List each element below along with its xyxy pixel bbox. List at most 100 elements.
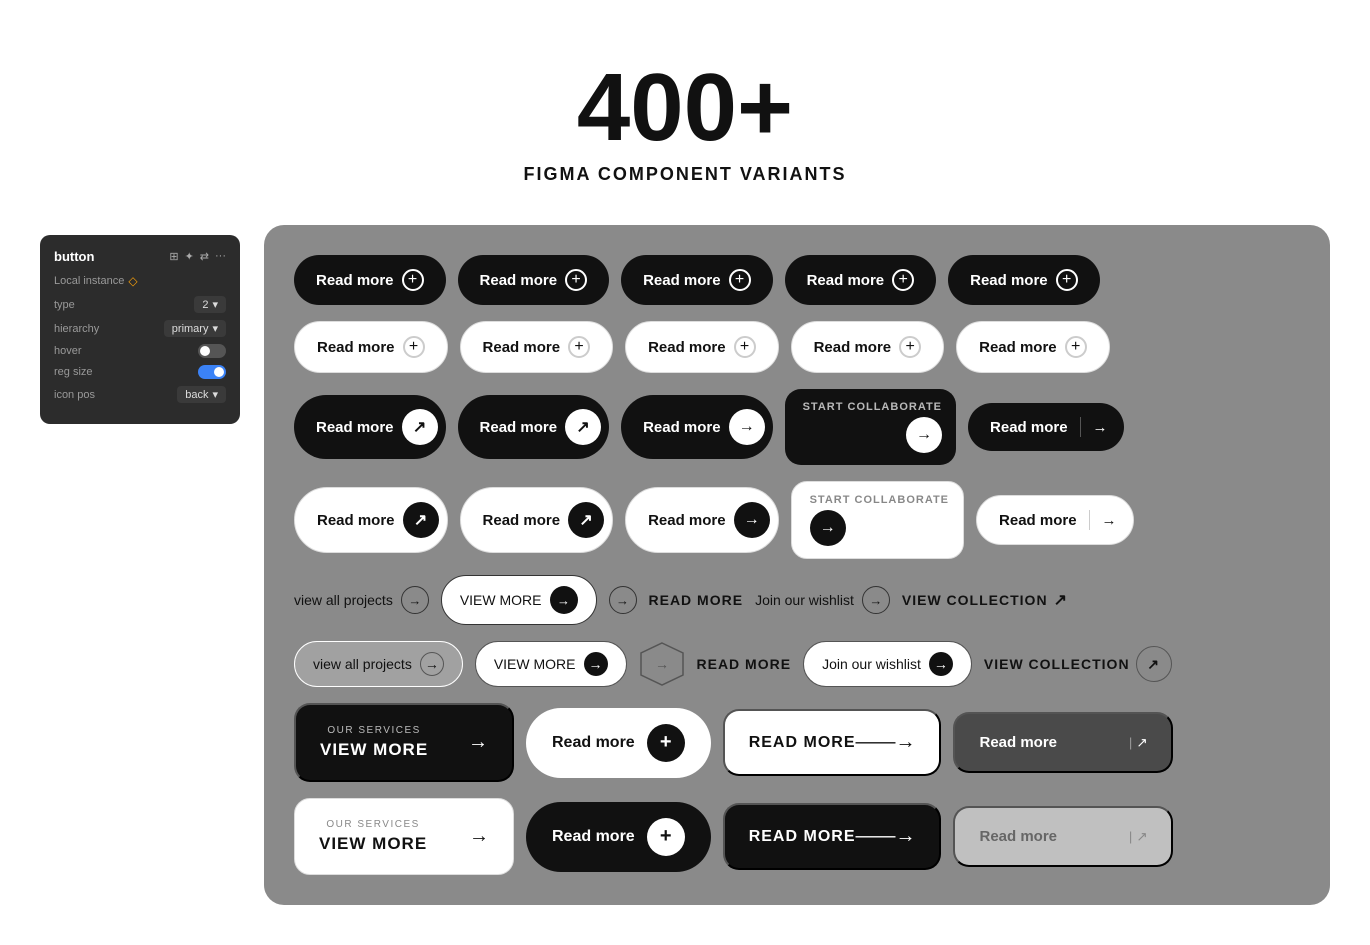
link-label: VIEW COLLECTION (984, 656, 1130, 672)
btn-row-3: Read more ↗ Read more ↗ Read more → Star… (294, 389, 1300, 465)
chevron-icon: ▾ (212, 298, 218, 311)
start-collab-btn-black[interactable]: Start collaborate → (785, 389, 956, 465)
divider-w (1089, 510, 1090, 530)
type-value[interactable]: 2 ▾ (194, 296, 226, 313)
link-label: VIEW MORE (494, 656, 576, 672)
btn-label: Read more (807, 272, 885, 289)
start-collab-btn-white[interactable]: Start collaborate → (791, 481, 964, 559)
read-more-btn-3[interactable]: Read more + (621, 255, 773, 305)
card-btn-services-white[interactable]: OUR SERVICES VIEW MORE → (294, 798, 514, 875)
chevron-icon-ip: ▾ (212, 388, 218, 401)
wishlist-arrow-icon: → (862, 586, 890, 614)
btn-label: Read more (814, 339, 892, 356)
collection-circle-icon: ↗ (1136, 646, 1172, 682)
hierarchy-value[interactable]: primary ▾ (164, 320, 226, 337)
read-more-arrow-2[interactable]: Read more ↗ (458, 395, 610, 459)
link-label: READ MORE (697, 656, 792, 672)
read-more-text-link-1[interactable]: → (609, 586, 637, 614)
read-more-white-1[interactable]: Read more + (294, 321, 448, 373)
iconpos-value[interactable]: back ▾ (177, 386, 226, 403)
btn-label: Read more (648, 512, 726, 529)
read-more-card-black[interactable]: READ MORE ——→ (723, 803, 942, 870)
read-more-white-4[interactable]: Read more + (791, 321, 945, 373)
btn-label: Read more (480, 419, 558, 436)
plus-icon-4: + (892, 269, 914, 291)
read-more-btn-4[interactable]: Read more + (785, 255, 937, 305)
read-more-white-3[interactable]: Read more + (625, 321, 779, 373)
btn-label: Read more (990, 419, 1068, 436)
card-btn-services-black[interactable]: OUR SERVICES VIEW MORE → (294, 703, 514, 782)
arrow-icon-1: ↗ (402, 409, 438, 445)
read-more-white-arrow-3[interactable]: Read more → (625, 487, 779, 553)
read-more-upper-link-2[interactable]: READ MORE (697, 656, 792, 672)
read-more-card-dark[interactable]: Read more | ↗ (953, 712, 1173, 773)
read-more-arrow-3[interactable]: Read more → (621, 395, 773, 459)
card-btn-text-w: OUR SERVICES VIEW MORE (319, 819, 427, 854)
plus-icon-1: + (402, 269, 424, 291)
hierarchy-text: primary (172, 323, 209, 335)
plus-icon-2: + (565, 269, 587, 291)
btn-label: Read more (480, 272, 558, 289)
collab-arrow-icon: → (906, 417, 942, 453)
regsize-toggle[interactable] (198, 365, 226, 379)
btn-label: Read more (999, 512, 1077, 529)
read-more-btn-1[interactable]: Read more + (294, 255, 446, 305)
collab-top-label-w: Start collaborate (810, 494, 949, 506)
card-arrow-white: → (469, 825, 489, 848)
arrow-icon-w2: ↗ (568, 502, 604, 538)
panel-row-regsize: reg size (54, 365, 226, 379)
read-more-pill-btn[interactable]: Read more + (526, 708, 711, 778)
card-arrow-long-black: ——→ (855, 825, 915, 848)
view-more-outlined-link[interactable]: VIEW MORE → (441, 575, 597, 625)
header: 400+ FIGMA COMPONENT VARIANTS (0, 0, 1370, 225)
read-more-white-2[interactable]: Read more + (460, 321, 614, 373)
btn-label: Read more (970, 272, 1048, 289)
local-instance-label: Local instance (54, 275, 124, 287)
read-more-card-light[interactable]: Read more | ↗ (953, 806, 1173, 867)
read-more-arrow-1[interactable]: Read more ↗ (294, 395, 446, 459)
view-all-projects-link[interactable]: view all projects → (294, 586, 429, 614)
wishlist-arrow-filled: → (929, 652, 953, 676)
plus-icon-w4: + (899, 336, 921, 358)
read-more-label-light: Read more (979, 828, 1057, 845)
plus-icon-3: + (729, 269, 751, 291)
read-more-pill-btn-black[interactable]: Read more + (526, 802, 711, 872)
read-more-white-arrow-1[interactable]: Read more ↗ (294, 487, 448, 553)
btn-row-5: view all projects → VIEW MORE → → READ M… (294, 575, 1300, 625)
read-more-btn-2[interactable]: Read more + (458, 255, 610, 305)
type-text: 2 (202, 299, 208, 311)
btn-label: Read more (316, 272, 394, 289)
read-more-upper-link[interactable]: READ MORE (649, 592, 744, 608)
read-more-divider-1[interactable]: Read more → (968, 403, 1124, 451)
iconpos-text: back (185, 389, 208, 401)
header-number: 400+ (0, 60, 1370, 156)
view-collection-link-2[interactable]: VIEW COLLECTION ↗ (984, 646, 1172, 682)
plus-icon-5: + (1056, 269, 1078, 291)
card-services-label: OUR SERVICES (320, 725, 428, 736)
btn-label: Read more (483, 339, 561, 356)
pill-label: Read more (552, 734, 635, 752)
read-more-white-arrow-2[interactable]: Read more ↗ (460, 487, 614, 553)
view-more-outlined[interactable]: VIEW MORE → (475, 641, 627, 687)
link-label: Join our wishlist (755, 592, 854, 608)
collab-bottom-w: → (810, 510, 846, 546)
read-more-label-dark: Read more (979, 734, 1057, 751)
link-label: READ MORE (649, 592, 744, 608)
hover-toggle[interactable] (198, 344, 226, 358)
arrow-circle-outline: → (420, 652, 444, 676)
type-label: type (54, 299, 75, 311)
join-wishlist-link[interactable]: Join our wishlist → (755, 586, 890, 614)
view-all-projects-outlined[interactable]: view all projects → (294, 641, 463, 687)
read-more-divider-white[interactable]: Read more → (976, 495, 1134, 545)
btn-label: Read more (317, 512, 395, 529)
view-collection-link[interactable]: VIEW COLLECTION ↗ (902, 590, 1068, 610)
read-more-btn-5[interactable]: Read more + (948, 255, 1100, 305)
join-wishlist-outlined[interactable]: Join our wishlist → (803, 641, 972, 687)
divider-1 (1080, 417, 1081, 437)
link-label: view all projects (313, 656, 412, 672)
read-more-card-white[interactable]: READ MORE ——→ (723, 709, 942, 776)
collab-bottom: → (803, 417, 942, 453)
read-more-white-5[interactable]: Read more + (956, 321, 1110, 373)
figma-panel: button ⊞ ✦ ⇄ ··· Local instance ◇ type 2… (40, 235, 240, 424)
btn-row-6: view all projects → VIEW MORE → → READ M… (294, 641, 1300, 687)
